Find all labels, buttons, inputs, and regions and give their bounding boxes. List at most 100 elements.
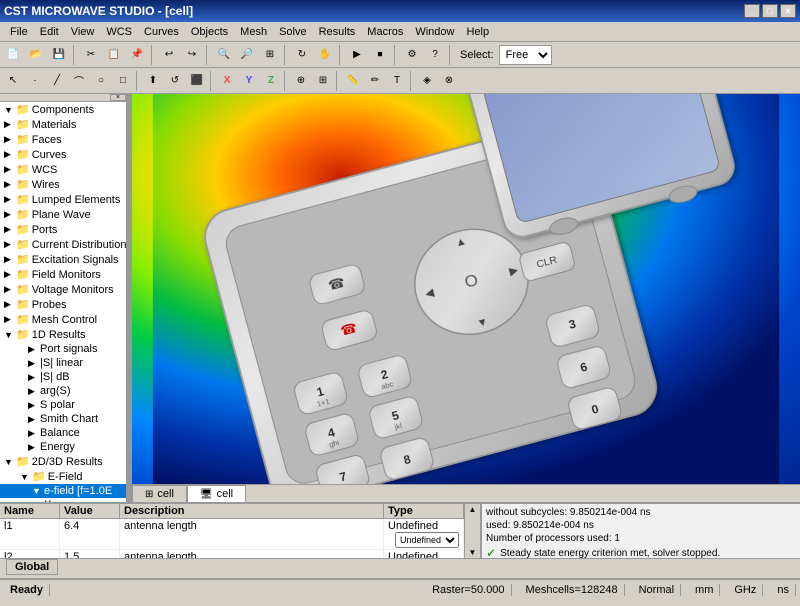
menu-curves[interactable]: Curves xyxy=(138,24,185,40)
tree-item-energy[interactable]: ▶ Energy xyxy=(0,440,126,454)
copy-button[interactable]: 📋 xyxy=(103,44,125,66)
type-select-l1[interactable]: Undefined Length xyxy=(395,532,459,548)
tree-item-voltage[interactable]: ▶ 📁 Voltage Monitors xyxy=(0,282,126,297)
scroll-down-btn[interactable]: ▼ xyxy=(468,547,478,558)
loft-tool[interactable]: ⬛ xyxy=(186,70,208,92)
minimize-button[interactable]: _ xyxy=(744,4,760,18)
undo-button[interactable]: ↩ xyxy=(158,44,180,66)
panel-close-btn[interactable]: × xyxy=(110,94,126,101)
tree-item-x[interactable]: X xyxy=(0,498,126,502)
global-tab-label[interactable]: Global xyxy=(6,559,58,575)
rect-tool[interactable]: □ xyxy=(112,70,134,92)
select-mode-dropdown[interactable]: Free Fixed xyxy=(499,45,552,65)
select-tool[interactable]: ↖ xyxy=(2,70,24,92)
menu-edit[interactable]: Edit xyxy=(34,24,65,40)
paste-button[interactable]: 📌 xyxy=(126,44,148,66)
maximize-button[interactable]: □ xyxy=(762,4,778,18)
param-row-l1[interactable]: l1 6.4 antenna length Undefined Undefine… xyxy=(0,519,464,550)
rotate-button[interactable]: ↻ xyxy=(291,44,313,66)
param-row-l2[interactable]: l2 1.5 antenna length Undefined Undefine… xyxy=(0,550,464,558)
status-text-2: used: 9.850214e-004 ns xyxy=(486,520,594,531)
tab-cell-3d[interactable]: 🖥 cell xyxy=(187,485,246,502)
run-button[interactable]: ▶ xyxy=(346,44,368,66)
param-value-l1[interactable]: 6.4 xyxy=(60,519,120,549)
tree-item-probes[interactable]: ▶ 📁 Probes xyxy=(0,297,126,312)
tree-item-balance[interactable]: ▶ Balance xyxy=(0,426,126,440)
material-assign[interactable]: ◈ xyxy=(416,70,438,92)
menu-solve[interactable]: Solve xyxy=(273,24,313,40)
param-value-l2[interactable]: 1.5 xyxy=(60,550,120,558)
circle-tool[interactable]: ○ xyxy=(90,70,112,92)
tree-item-mesh[interactable]: ▶ 📁 Mesh Control xyxy=(0,312,126,327)
grid-button[interactable]: ⊞ xyxy=(312,70,334,92)
menu-bar: File Edit View WCS Curves Objects Mesh S… xyxy=(0,22,800,42)
zoom-out-button[interactable]: 🔎 xyxy=(236,44,258,66)
menu-help[interactable]: Help xyxy=(460,24,495,40)
tree-item-efield-instance[interactable]: ▼ e-field [f=1.0E xyxy=(0,484,126,498)
tree-item-fieldmonitors[interactable]: ▶ 📁 Field Monitors xyxy=(0,267,126,282)
tree-item-portsignals[interactable]: ▶ Port signals xyxy=(0,342,126,356)
line-tool[interactable]: ╱ xyxy=(46,70,68,92)
tree-item-ports[interactable]: ▶ 📁 Ports xyxy=(0,222,126,237)
menu-view[interactable]: View xyxy=(65,24,101,40)
open-button[interactable]: 📂 xyxy=(25,44,47,66)
tree-item-wcs[interactable]: ▶ 📁 WCS xyxy=(0,162,126,177)
expand-icon: ▶ xyxy=(4,209,14,220)
solver-status-panel: without subcycles: 9.850214e-004 ns used… xyxy=(480,504,800,558)
help-button[interactable]: ? xyxy=(424,44,446,66)
measure-tool[interactable]: 📏 xyxy=(342,70,364,92)
save-button[interactable]: 💾 xyxy=(48,44,70,66)
tree-item-sdb[interactable]: ▶ |S| dB xyxy=(0,370,126,384)
settings-button[interactable]: ⚙ xyxy=(401,44,423,66)
z-axis[interactable]: Z xyxy=(260,70,282,92)
new-button[interactable]: 📄 xyxy=(2,44,24,66)
close-button[interactable]: × xyxy=(780,4,796,18)
param-scrollbar[interactable]: ▲ ▼ xyxy=(464,504,480,558)
label-tool[interactable]: T xyxy=(386,70,408,92)
pan-button[interactable]: ✋ xyxy=(314,44,336,66)
port-assign[interactable]: ⊗ xyxy=(438,70,460,92)
scroll-up-btn[interactable]: ▲ xyxy=(468,504,478,515)
menu-objects[interactable]: Objects xyxy=(185,24,234,40)
tree-item-materials[interactable]: ▶ 📁 Materials xyxy=(0,117,126,132)
menu-mesh[interactable]: Mesh xyxy=(234,24,273,40)
fit-button[interactable]: ⊞ xyxy=(259,44,281,66)
viewport-3d[interactable]: O ▲ ▼ ◀ ▶ CLR ☎ ☎ 1 1+1 xyxy=(132,94,800,502)
tree-item-faces[interactable]: ▶ 📁 Faces xyxy=(0,132,126,147)
tree-item-lumped[interactable]: ▶ 📁 Lumped Elements xyxy=(0,192,126,207)
tree-item-planewave[interactable]: ▶ 📁 Plane Wave xyxy=(0,207,126,222)
zoom-in-button[interactable]: 🔍 xyxy=(213,44,235,66)
tree-item-spolar[interactable]: ▶ S polar xyxy=(0,398,126,412)
x-axis[interactable]: X xyxy=(216,70,238,92)
folder-icon: 📁 xyxy=(16,238,30,251)
menu-results[interactable]: Results xyxy=(313,24,362,40)
extrude-tool[interactable]: ⬆ xyxy=(142,70,164,92)
tree-item-1dresults[interactable]: ▼ 📁 1D Results xyxy=(0,327,126,342)
tree-item-efield[interactable]: ▼ 📁 E-Field xyxy=(0,469,126,484)
tree-item-components[interactable]: ▼ 📁 Components xyxy=(0,102,126,117)
revolve-tool[interactable]: ↺ xyxy=(164,70,186,92)
tree-item-slinear[interactable]: ▶ |S| linear xyxy=(0,356,126,370)
tree-item-currents[interactable]: ▶ 📁 Current Distributions xyxy=(0,237,126,252)
tree-item-2d3dresults[interactable]: ▼ 📁 2D/3D Results xyxy=(0,454,126,469)
redo-button[interactable]: ↪ xyxy=(181,44,203,66)
arc-tool[interactable]: ⌒ xyxy=(68,70,90,92)
tree-item-smith[interactable]: ▶ Smith Chart xyxy=(0,412,126,426)
stop-button[interactable]: ⏹ xyxy=(369,44,391,66)
parameter-area: Name Value Description Type l1 6.4 anten… xyxy=(0,502,800,558)
menu-macros[interactable]: Macros xyxy=(361,24,409,40)
menu-file[interactable]: File xyxy=(4,24,34,40)
menu-window[interactable]: Window xyxy=(409,24,460,40)
tree-item-wires[interactable]: ▶ 📁 Wires xyxy=(0,177,126,192)
tree-item-args[interactable]: ▶ arg(S) xyxy=(0,384,126,398)
menu-wcs[interactable]: WCS xyxy=(100,24,138,40)
snap-button[interactable]: ⊕ xyxy=(290,70,312,92)
annotation-tool[interactable]: ✏ xyxy=(364,70,386,92)
point-tool[interactable]: · xyxy=(24,70,46,92)
cut-button[interactable]: ✂ xyxy=(80,44,102,66)
y-axis[interactable]: Y xyxy=(238,70,260,92)
unit-time: ns xyxy=(771,584,796,596)
tree-item-curves[interactable]: ▶ 📁 Curves xyxy=(0,147,126,162)
tree-item-excitation[interactable]: ▶ 📁 Excitation Signals xyxy=(0,252,126,267)
tab-cell-grid[interactable]: ⊞ cell xyxy=(132,485,187,502)
